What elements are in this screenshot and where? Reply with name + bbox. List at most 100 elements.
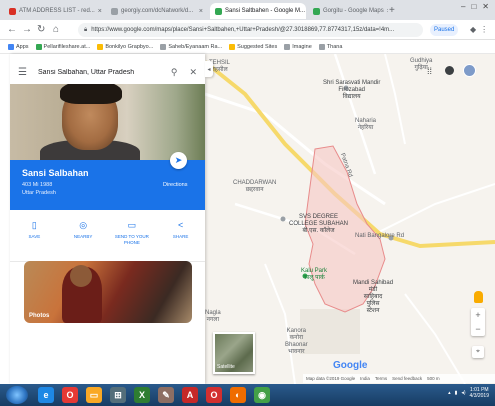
photo-face <box>70 265 92 287</box>
map-attribution: Map data ©2019 Google India Terms Send f… <box>303 374 495 383</box>
close-icon[interactable]: ✕ <box>189 67 197 78</box>
phone-icon: ▭ <box>127 219 137 230</box>
maps-icon <box>313 7 320 15</box>
bookmark-item[interactable]: Thana <box>318 43 343 50</box>
bookmark-label: Pellarifileshare.at... <box>43 43 91 50</box>
map-canvas[interactable]: Gudhiya गुढ़िया TEHSIL तहसील Shri Sarasv… <box>205 54 495 384</box>
tab-atm-address-list[interactable]: ATM ADDRESS LIST - red... × <box>4 3 104 19</box>
directions-button[interactable]: ➤ <box>170 152 187 169</box>
save-button[interactable]: ▯ Save <box>14 218 54 261</box>
bookmark-item[interactable]: Imagine <box>284 43 312 50</box>
forward-icon[interactable]: → <box>22 24 32 35</box>
volume-icon[interactable]: ◂) <box>461 390 465 396</box>
map-label-college: SVS DEGREE COLLEGE SUBAHAN बी.एस. कॉलेज <box>289 214 349 234</box>
bookmark-label: Suggested Sites <box>237 43 278 50</box>
account-avatar[interactable] <box>463 64 476 77</box>
network-tray-icon[interactable]: ▮ <box>455 390 458 396</box>
reload-icon[interactable]: ↻ <box>37 24 45 35</box>
clock-date: 4/3/2019 <box>469 393 489 399</box>
extension-area: ◆ ⋮ <box>470 25 488 34</box>
street-view-pegman-icon[interactable] <box>474 291 483 303</box>
opera-icon[interactable]: O <box>206 387 222 403</box>
tab-gorgitu-maps[interactable]: Gorgitu - Google Maps × <box>308 3 388 19</box>
attribution-feedback[interactable]: Send feedback <box>392 376 422 381</box>
maximize-icon[interactable]: □ <box>471 2 476 11</box>
close-window-icon[interactable]: ✕ <box>482 2 489 11</box>
minimize-icon[interactable]: – <box>461 2 465 11</box>
new-tab-button[interactable]: + <box>389 5 395 16</box>
home-icon[interactable]: ⌂ <box>53 24 59 35</box>
folder-icon <box>229 43 236 50</box>
google-apps-icon[interactable]: ⁞⁞ <box>427 66 432 76</box>
maps-icon <box>215 7 222 15</box>
bookmark-label: Thana <box>326 43 343 50</box>
profile-paused-button[interactable]: Paused <box>430 24 459 36</box>
bookmark-suggested-sites[interactable]: Suggested Sites <box>229 43 278 50</box>
chrome-icon[interactable]: ◉ <box>254 387 270 403</box>
tray-arrow-icon[interactable]: ▴ <box>448 390 451 396</box>
gmail-icon <box>9 7 16 15</box>
windows-taskbar: e O ▭ ⊞ X ✎ A O ◐ ◉ ▴ ▮ ◂) 1:01 PM 4/3/2… <box>0 384 495 406</box>
pdf-reader-icon[interactable]: A <box>182 387 198 403</box>
close-icon[interactable]: × <box>196 8 203 15</box>
place-title: Sansi Salbahan <box>22 168 89 178</box>
place-address: 403 Mi 1988 Uttar Pradesh <box>22 181 56 197</box>
internet-explorer-icon[interactable]: e <box>38 387 54 403</box>
search-box[interactable]: ☰ Sansi Salbahan, Uttar Pradesh ⚲ ✕ <box>10 60 205 84</box>
network-icon[interactable]: ⊞ <box>110 387 126 403</box>
photos-card[interactable]: Photos <box>24 261 192 323</box>
close-icon[interactable]: × <box>95 8 102 15</box>
file-explorer-icon[interactable]: ▭ <box>86 387 102 403</box>
attribution-terms[interactable]: Terms <box>375 376 387 381</box>
google-logo: Google <box>333 360 368 371</box>
directions-label[interactable]: Directions <box>163 182 187 188</box>
satellite-toggle[interactable]: Satellite <box>213 332 255 374</box>
apps-grid-icon <box>8 43 14 50</box>
bookmark-apps[interactable]: Apps <box>8 43 29 50</box>
attribution-country[interactable]: India <box>360 376 370 381</box>
search-input[interactable]: Sansi Salbahan, Uttar Pradesh <box>32 69 171 76</box>
bookmarks-bar: Apps Pellarifileshare.at... Bonkilyo Gra… <box>0 40 495 54</box>
bookmark-item[interactable]: Saheb/Eyanaam Ra... <box>160 43 223 50</box>
excel-icon[interactable]: X <box>134 387 150 403</box>
back-icon[interactable]: ← <box>7 24 17 35</box>
tab-georgiy[interactable]: georgiy.com/dcNatwork/d... × <box>106 3 208 19</box>
paused-label: Paused <box>434 27 455 33</box>
compass-icon[interactable]: ⌖ <box>472 346 484 358</box>
bookmark-item[interactable]: Bonkilyo Grapbyo... <box>97 43 154 50</box>
close-icon[interactable]: × <box>305 8 306 15</box>
collapse-panel-button[interactable]: ◂ <box>205 61 213 77</box>
opera-icon[interactable]: O <box>62 387 78 403</box>
firefox-icon[interactable]: ◐ <box>230 387 246 403</box>
menu-dots-icon[interactable]: ⋮ <box>480 25 488 34</box>
address-bar[interactable]: 🔒︎ https://www.google.com/maps/place/San… <box>78 23 423 37</box>
start-button[interactable] <box>6 386 28 404</box>
paint-icon[interactable]: ✎ <box>158 387 174 403</box>
map-label-kanora: Kanora कनोरा Bhaonar भावनार <box>285 328 308 355</box>
tab-google-maps-active[interactable]: Sansi Saltbahen - Google M... × <box>210 3 306 19</box>
share-button[interactable]: < Share <box>161 218 201 261</box>
menu-icon[interactable]: ☰ <box>18 67 32 78</box>
nearby-button[interactable]: ◎ Nearby <box>63 218 103 261</box>
bookmark-icon <box>97 43 104 50</box>
bookmark-label: Bonkilyo Grapbyo... <box>105 43 154 50</box>
close-icon[interactable]: × <box>384 8 388 15</box>
extension-icon[interactable]: ◆ <box>470 25 476 34</box>
zoom-out-button[interactable]: − <box>471 322 485 336</box>
search-icon[interactable]: ⚲ <box>171 67 178 78</box>
bookmark-label: Saheb/Eyanaam Ra... <box>168 43 223 50</box>
notifications-icon[interactable] <box>445 66 454 75</box>
map-label-school: Shri Sarasvati Mandir Firozabad विद्यालय <box>323 80 381 100</box>
bookmark-icon: ▯ <box>31 219 37 230</box>
nearby-icon: ◎ <box>79 219 88 230</box>
send-to-phone-button[interactable]: ▭ Send to your phone <box>112 218 152 261</box>
zoom-in-button[interactable]: + <box>471 308 485 322</box>
map-label-chaddarwan: CHADDARWAN छद्दरवान <box>233 180 277 193</box>
browser-toolbar: ← → ↻ ⌂ 🔒︎ https://www.google.com/maps/p… <box>0 20 495 40</box>
place-hero-photo[interactable] <box>10 84 205 160</box>
clock[interactable]: 1:01 PM 4/3/2019 <box>470 387 489 399</box>
photo-hair <box>60 84 122 104</box>
system-tray: ▴ ▮ ◂) 1:01 PM 4/3/2019 <box>448 387 489 399</box>
map-label-mandi: Mandi Sahibad मंडी साहिबाद पुलिस स्टेशन <box>353 280 394 314</box>
bookmark-item[interactable]: Pellarifileshare.at... <box>35 43 91 50</box>
